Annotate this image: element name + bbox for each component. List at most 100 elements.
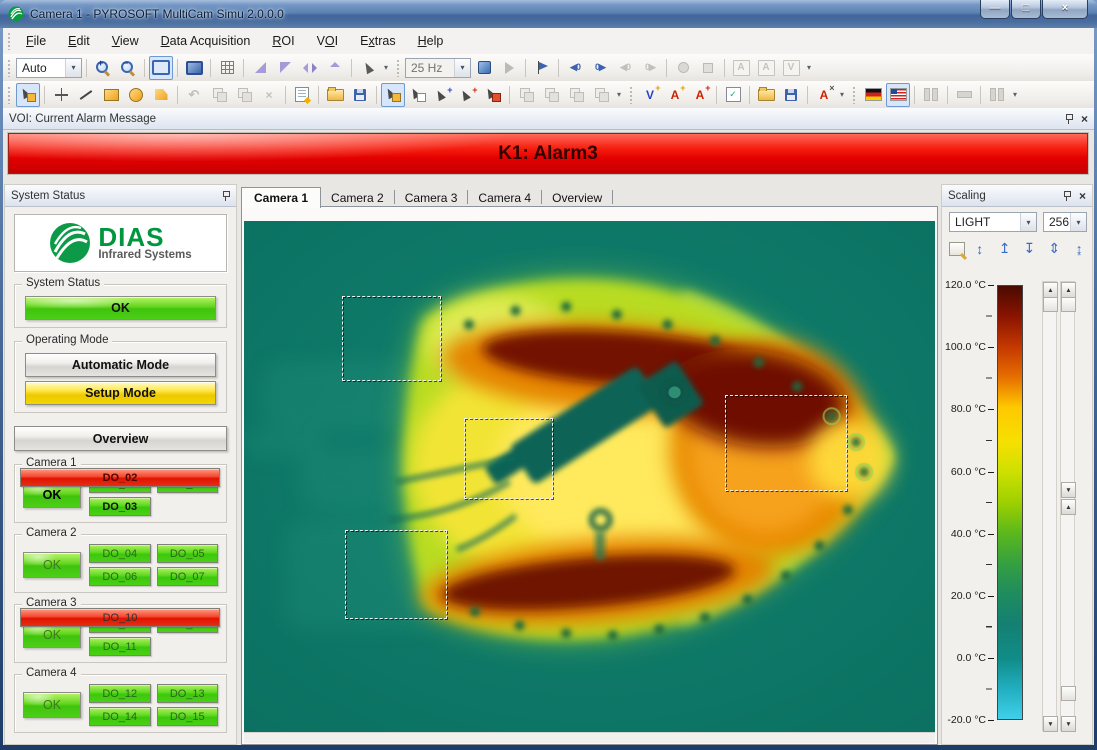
roi-add-button[interactable]: + — [431, 83, 455, 107]
menu-item-edit[interactable]: Edit — [57, 28, 101, 54]
flag-marker-button[interactable] — [530, 56, 554, 80]
do-14-button[interactable]: DO_14 — [89, 707, 151, 726]
close-icon[interactable]: × — [1079, 191, 1086, 201]
close-icon[interactable]: × — [1081, 114, 1088, 124]
toolbar-grip[interactable] — [396, 59, 401, 77]
scroll-up-button[interactable]: ▲ — [1061, 282, 1076, 298]
full-view-button[interactable] — [182, 56, 206, 80]
tab-camera-1[interactable]: Camera 1 — [241, 187, 321, 208]
ungroup-rois-button[interactable] — [539, 83, 563, 107]
roi-box-4[interactable] — [725, 395, 847, 491]
do-05-button[interactable]: DO_05 — [157, 544, 219, 563]
add-alarm-condition-button[interactable]: A+ — [688, 83, 712, 107]
do-13-button[interactable]: DO_13 — [157, 684, 219, 703]
ellipse-tool-button[interactable] — [124, 83, 148, 107]
do-10-button[interactable]: DO_10 — [20, 608, 220, 627]
arrange-rois-button[interactable] — [589, 83, 613, 107]
menu-item-roi[interactable]: ROI — [261, 28, 305, 54]
tab-camera-4[interactable]: Camera 4 — [468, 188, 541, 207]
grid-button[interactable] — [215, 56, 239, 80]
record-save-button[interactable] — [671, 56, 695, 80]
system-status-ok-button[interactable]: OK — [25, 296, 216, 320]
select-roi-tool-button[interactable] — [16, 83, 40, 107]
scale-max-scrollbar[interactable]: ▲ ▼ — [1042, 281, 1057, 731]
menu-item-data-acquisition[interactable]: Data Acquisition — [150, 28, 262, 54]
scaling-properties-icon[interactable] — [949, 242, 965, 256]
compress-range-icon[interactable]: ↨ — [1069, 241, 1089, 257]
previous-event-button[interactable]: ◀0 — [613, 56, 637, 80]
delete-roi-button[interactable]: × — [257, 83, 281, 107]
do-04-button[interactable]: DO_04 — [89, 544, 151, 563]
setup-mode-button[interactable]: Setup Mode — [25, 381, 216, 405]
menu-item-help[interactable]: Help — [407, 28, 455, 54]
do-11-button[interactable]: DO_11 — [89, 637, 151, 656]
chevron-down-icon[interactable]: ▾ — [65, 59, 81, 77]
undo-button[interactable]: ↶ — [182, 83, 206, 107]
expand-range-icon[interactable]: ⇕ — [1044, 240, 1064, 257]
voi-configuration-button[interactable]: ✓ — [721, 83, 745, 107]
toolbar-overflow-icon[interactable]: ▾ — [837, 90, 847, 99]
toolbar-grip[interactable] — [7, 59, 12, 77]
hold-button[interactable] — [985, 83, 1009, 107]
rotate-left-button[interactable] — [248, 56, 272, 80]
framerate-combo[interactable]: 25 Hz ▾ — [405, 58, 471, 78]
rotate-right-button[interactable] — [273, 56, 297, 80]
fit-to-window-button[interactable] — [149, 56, 173, 80]
flip-vertical-button[interactable] — [323, 56, 347, 80]
pin-icon[interactable] — [1064, 114, 1073, 124]
pin-icon[interactable] — [221, 191, 230, 201]
align-rois-button[interactable] — [564, 83, 588, 107]
close-button[interactable]: × — [1042, 0, 1088, 19]
toolbar-overflow-icon[interactable]: ▾ — [614, 90, 624, 99]
tab-overview[interactable]: Overview — [542, 188, 612, 207]
automatic-mode-button[interactable]: Automatic Mode — [25, 353, 216, 377]
scrollbar-thumb[interactable] — [1061, 686, 1076, 701]
add-voi-button[interactable]: V+ — [638, 83, 662, 107]
scroll-down-button[interactable]: ▼ — [1061, 716, 1076, 732]
add-alarm-button[interactable]: A+ — [663, 83, 687, 107]
language-german-button[interactable] — [861, 83, 885, 107]
zoom-in-button[interactable]: + — [91, 56, 115, 80]
menu-item-file[interactable]: File — [15, 28, 57, 54]
save-image-button[interactable]: A — [729, 56, 753, 80]
record-stop-button[interactable] — [696, 56, 720, 80]
next-event-button[interactable]: 0▶ — [638, 56, 662, 80]
roi-add-alarm-button[interactable]: + — [456, 83, 480, 107]
save-roi-file-button[interactable] — [348, 83, 372, 107]
copy-roi-button[interactable] — [207, 83, 231, 107]
roi-box-2[interactable] — [464, 418, 553, 499]
horizontal-scrollbar[interactable] — [244, 732, 935, 743]
camera-2-status-button[interactable]: OK — [23, 552, 81, 578]
menu-item-voi[interactable]: VOI — [306, 28, 350, 54]
maximize-button[interactable]: □ — [1011, 0, 1041, 19]
zoom-level-combo[interactable]: Auto ▾ — [16, 58, 82, 78]
previous-alarm-button[interactable]: ◀0 — [563, 56, 587, 80]
camera-4-status-button[interactable]: OK — [23, 692, 81, 718]
open-roi-file-button[interactable] — [323, 83, 347, 107]
flip-horizontal-button[interactable] — [298, 56, 322, 80]
scroll-up-button[interactable]: ▲ — [1061, 499, 1076, 515]
tab-camera-2[interactable]: Camera 2 — [321, 188, 394, 207]
roi-box-1[interactable] — [342, 296, 440, 382]
chevron-down-icon[interactable]: ▾ — [1070, 213, 1086, 231]
paste-roi-button[interactable] — [232, 83, 256, 107]
autoscale-icon[interactable]: ↕ — [970, 241, 990, 257]
next-alarm-button[interactable]: 0▶ — [588, 56, 612, 80]
roi-label-mode-button[interactable] — [406, 83, 430, 107]
open-voi-file-button[interactable] — [754, 83, 778, 107]
overview-button[interactable]: Overview — [14, 426, 227, 451]
stop-acquisition-button[interactable] — [472, 56, 496, 80]
chevron-down-icon[interactable]: ▾ — [454, 59, 470, 77]
chevron-down-icon[interactable]: ▾ — [1020, 213, 1036, 231]
minimize-button[interactable]: — — [980, 0, 1010, 19]
roi-select-mode-button[interactable] — [381, 83, 405, 107]
do-12-button[interactable]: DO_12 — [89, 684, 151, 703]
pin-icon[interactable] — [1062, 191, 1071, 201]
menu-item-extras[interactable]: Extras — [349, 28, 406, 54]
menu-item-view[interactable]: View — [101, 28, 150, 54]
toolbar-overflow-icon[interactable]: ▾ — [804, 63, 814, 72]
scroll-up-button[interactable]: ▲ — [1043, 282, 1058, 298]
scroll-down-button[interactable]: ▼ — [1061, 482, 1076, 498]
toolbar-grip[interactable] — [629, 86, 634, 104]
do-15-button[interactable]: DO_15 — [157, 707, 219, 726]
